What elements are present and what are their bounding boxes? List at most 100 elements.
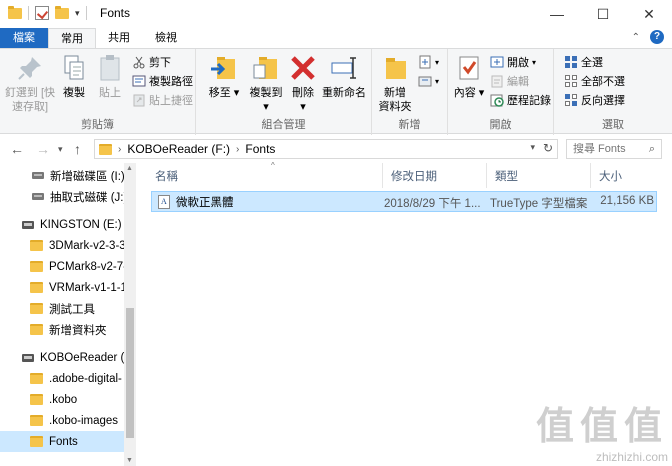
column-header-size[interactable]: 大小	[591, 163, 661, 188]
folder-icon	[30, 415, 43, 426]
folder-icon	[30, 436, 43, 447]
properties-button[interactable]: 內容 ▾	[452, 53, 486, 100]
nav-item-folder[interactable]: .adobe-digital-	[0, 368, 124, 389]
close-button[interactable]: ✕	[626, 0, 672, 28]
properties-icon[interactable]	[35, 6, 49, 20]
nav-pane-scrollbar[interactable]: ▲ ▼	[124, 163, 136, 466]
tab-file[interactable]: 檔案	[0, 28, 48, 48]
breadcrumb-folder[interactable]: Fonts	[245, 142, 275, 156]
select-none-button[interactable]: 全部不選	[564, 73, 625, 89]
tab-view[interactable]: 檢視	[142, 28, 190, 48]
nav-item-drive-j[interactable]: 抽取式磁碟 (J:)	[0, 186, 124, 207]
table-row[interactable]: 微軟正黑體 2018/8/29 下午 1... TrueType 字型檔案 21…	[151, 191, 657, 212]
folder-icon	[30, 303, 43, 314]
up-arrow-icon[interactable]: ↑	[74, 141, 81, 157]
column-header-name[interactable]: 名稱 ^	[147, 161, 383, 188]
copy-path-button[interactable]: 複製路徑	[132, 73, 193, 89]
nav-item-label: KOBOeReader (F	[40, 351, 124, 364]
nav-item-koboereader[interactable]: KOBOeReader (F	[0, 347, 124, 368]
folder-icon	[8, 5, 22, 19]
breadcrumb-drive[interactable]: KOBOeReader (F:)	[127, 142, 230, 156]
tab-share[interactable]: 共用	[98, 28, 140, 48]
window-controls: — ☐ ✕	[534, 0, 672, 28]
invert-selection-button[interactable]: 反向選擇	[564, 92, 625, 108]
nav-item-fonts[interactable]: Fonts	[0, 431, 124, 452]
chevron-right-icon[interactable]: ›	[118, 144, 121, 155]
paste-button[interactable]: 貼上	[94, 53, 126, 100]
edit-button[interactable]: 編輯	[490, 73, 529, 89]
move-to-button[interactable]: 移至 ▾	[206, 53, 242, 100]
delete-button[interactable]: 刪除 ▾	[288, 53, 318, 114]
easy-access-button[interactable]: ▾	[418, 73, 439, 89]
pin-label: 釘選到 [快速存取]	[4, 87, 56, 113]
select-none-label: 全部不選	[581, 76, 625, 88]
nav-item-folder[interactable]: PCMark8-v2-7-	[0, 256, 124, 277]
new-folder-button[interactable]: 新增 資料夾	[376, 53, 414, 114]
scrollbar-thumb[interactable]	[126, 308, 134, 438]
clipboard-group-label: 剪貼簿	[81, 119, 114, 131]
column-header-type[interactable]: 類型	[487, 163, 591, 188]
column-header-modified[interactable]: 修改日期	[383, 163, 487, 188]
new-folder-icon	[380, 53, 410, 83]
nav-item-folder[interactable]: 新增資料夾	[0, 319, 124, 340]
select-all-button[interactable]: 全選	[564, 54, 603, 70]
copy-to-button[interactable]: 複製到 ▾	[246, 53, 286, 114]
open-button[interactable]: 開啟 ▾	[490, 54, 536, 70]
refresh-icon[interactable]: ↻	[543, 141, 553, 155]
invert-selection-label: 反向選擇	[581, 95, 625, 107]
nav-item-folder[interactable]: 測試工具	[0, 298, 124, 319]
address-bar[interactable]: › KOBOeReader (F:) › Fonts ▾ ↻	[94, 139, 558, 159]
minimize-button[interactable]: —	[534, 0, 580, 28]
nav-item-kingston[interactable]: KINGSTON (E:)	[0, 214, 124, 235]
recent-locations-icon[interactable]: ▾	[58, 144, 63, 155]
column-header-label: 類型	[495, 170, 518, 183]
watermark-logo: 值值值	[535, 404, 668, 448]
file-name: 微軟正黑體	[176, 197, 234, 209]
chevron-up-icon[interactable]: ⌃	[632, 32, 640, 43]
organize-group: 移至 ▾ 複製到 ▾ 刪除 ▾ 重新命名 組合管理	[196, 49, 372, 135]
file-size: 21,156 KB	[600, 195, 654, 207]
select-group-label: 選取	[602, 119, 624, 131]
invert-selection-icon	[564, 93, 578, 107]
rename-button[interactable]: 重新命名	[320, 53, 368, 100]
chevron-down-icon[interactable]: ▾	[530, 142, 535, 153]
open-icon	[490, 55, 504, 69]
paste-shortcut-button[interactable]: 貼上捷徑	[132, 92, 193, 108]
file-type: TrueType 字型檔案	[490, 198, 588, 210]
tab-home[interactable]: 常用	[48, 28, 96, 48]
new-folder-icon[interactable]	[55, 5, 69, 19]
history-button[interactable]: 歷程記錄	[490, 92, 551, 108]
nav-item-drive-i[interactable]: 新增磁碟區 (I:)	[0, 165, 124, 186]
customize-toolbar-icon[interactable]: ▾	[75, 8, 80, 19]
cut-button[interactable]: 剪下	[132, 54, 171, 70]
scroll-down-icon[interactable]: ▼	[126, 457, 133, 464]
scroll-up-icon[interactable]: ▲	[126, 165, 133, 172]
new-group: 新增 資料夾 ▾ ▾ 新增	[372, 49, 448, 135]
quick-access-toolbar: ▾	[8, 5, 87, 20]
back-arrow-icon[interactable]: ←	[10, 141, 24, 157]
nav-item-folder[interactable]: 3DMark-v2-3-3	[0, 235, 124, 256]
organize-group-label: 組合管理	[261, 119, 306, 131]
title-bar: ▾ Fonts — ☐ ✕	[0, 0, 672, 28]
folder-icon	[30, 324, 43, 335]
forward-arrow-icon[interactable]: →	[36, 141, 50, 157]
new-item-button[interactable]: ▾	[418, 54, 439, 70]
move-to-label: 移至 ▾	[208, 87, 240, 99]
font-file-icon	[158, 195, 170, 209]
new-item-icon	[418, 55, 432, 69]
pin-to-quick-access-button[interactable]: 釘選到 [快速存取]	[4, 53, 56, 114]
chevron-down-icon: ▾	[532, 57, 537, 67]
search-input[interactable]	[573, 143, 643, 155]
file-modified: 2018/8/29 下午 1...	[384, 198, 481, 210]
select-none-icon	[564, 74, 578, 88]
help-icon[interactable]: ?	[650, 30, 664, 44]
maximize-button[interactable]: ☐	[580, 0, 626, 28]
delete-label: 刪除 ▾	[292, 87, 314, 113]
copy-button[interactable]: 複製	[58, 53, 90, 100]
nav-item-folder[interactable]: VRMark-v1-1-1	[0, 277, 124, 298]
nav-item-label: VRMark-v1-1-1	[49, 281, 124, 294]
chevron-right-icon[interactable]: ›	[236, 144, 239, 155]
nav-item-folder[interactable]: .kobo	[0, 389, 124, 410]
search-box[interactable]: ⌕	[566, 139, 662, 159]
nav-item-folder[interactable]: .kobo-images	[0, 410, 124, 431]
